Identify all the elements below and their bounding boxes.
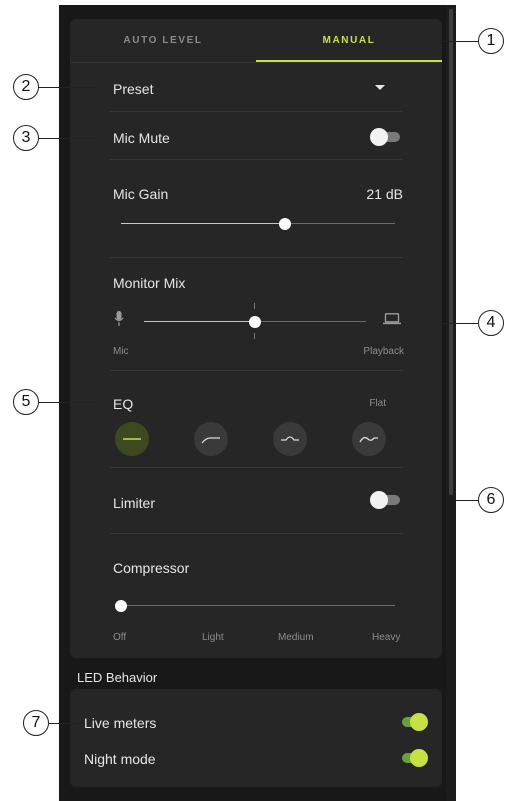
callout-badge: 3: [13, 125, 39, 151]
led-behavior-card: Live meters Night mode: [70, 689, 442, 787]
callout-badge: 2: [13, 74, 39, 100]
active-tab-indicator: [256, 60, 442, 62]
mode-tabs: AUTO LEVEL MANUAL: [70, 19, 442, 63]
compressor-slider[interactable]: [115, 598, 395, 614]
limiter-toggle[interactable]: [370, 491, 402, 509]
divider: [110, 533, 403, 534]
live-meters-toggle[interactable]: [396, 713, 428, 731]
callout-leader: [39, 138, 99, 140]
chevron-down-icon[interactable]: [375, 85, 385, 91]
callout-leader: [39, 402, 99, 404]
callout-badge: 7: [23, 710, 49, 736]
center-tick-top: [254, 303, 255, 309]
eq-flat-button[interactable]: [115, 422, 149, 456]
mic-gain-value: 21 dB: [366, 186, 403, 202]
toggle-knob: [410, 713, 428, 731]
eq-label: EQ: [113, 396, 134, 412]
callout-leader: [39, 87, 99, 89]
scrollbar-thumb[interactable]: [449, 9, 453, 495]
manual-settings-card: AUTO LEVEL MANUAL Preset Mic Mute Mic Ga…: [70, 19, 442, 658]
divider: [110, 257, 403, 258]
mic-gain-slider[interactable]: [121, 216, 395, 232]
compressor-stop-light[interactable]: Light: [202, 632, 224, 643]
mic-mute-toggle[interactable]: [370, 128, 402, 146]
microphone-icon: [114, 311, 124, 326]
divider: [110, 111, 403, 112]
led-behavior-title: LED Behavior: [77, 670, 158, 685]
eq-presence-button[interactable]: [352, 422, 386, 456]
mic-gain-label: Mic Gain: [113, 186, 169, 202]
slider-thumb[interactable]: [115, 600, 127, 612]
tab-auto-level[interactable]: AUTO LEVEL: [70, 19, 256, 63]
eq-mid-bump-icon: [281, 436, 299, 441]
monitor-mix-label: Monitor Mix: [113, 275, 186, 291]
callout-leader: [441, 323, 479, 325]
compressor-stop-heavy[interactable]: Heavy: [372, 632, 400, 643]
eq-flat-icon: [123, 438, 141, 440]
compressor-stop-medium[interactable]: Medium: [278, 632, 314, 643]
callout-badge: 6: [478, 487, 504, 513]
mix-right-label: Playback: [363, 346, 404, 357]
monitor-mix-slider[interactable]: [144, 314, 366, 330]
slider-thumb[interactable]: [279, 218, 292, 230]
limiter-label: Limiter: [113, 495, 156, 511]
compressor-stop-off[interactable]: Off: [113, 632, 126, 643]
mix-left-label: Mic: [113, 346, 129, 357]
slider-thumb[interactable]: [249, 316, 261, 328]
toggle-knob: [370, 128, 388, 146]
divider: [110, 159, 403, 160]
callout-badge: 5: [13, 389, 39, 415]
preset-dropdown-label[interactable]: Preset: [113, 81, 153, 97]
toggle-knob: [370, 491, 388, 509]
eq-low-shelf-button[interactable]: [194, 422, 228, 456]
slider-rail: [121, 605, 395, 606]
night-mode-toggle[interactable]: [396, 749, 428, 767]
callout-badge: 4: [478, 310, 504, 336]
slider-fill: [144, 321, 255, 322]
toggle-knob: [410, 749, 428, 767]
center-tick-bottom: [254, 333, 255, 339]
eq-low-shelf-icon: [201, 437, 220, 444]
laptop-icon: [383, 313, 401, 325]
live-meters-label: Live meters: [84, 715, 157, 731]
mic-mute-label: Mic Mute: [113, 130, 170, 146]
callout-leader: [441, 41, 479, 43]
tab-manual[interactable]: MANUAL: [256, 19, 442, 63]
slider-fill: [121, 223, 286, 224]
divider: [110, 370, 403, 371]
callout-badge: 1: [478, 28, 504, 54]
night-mode-label: Night mode: [84, 751, 156, 767]
eq-presence-icon: [359, 436, 378, 443]
compressor-label: Compressor: [113, 560, 190, 576]
callout-leader: [455, 500, 479, 502]
callout-leader: [49, 723, 84, 725]
divider: [110, 467, 403, 468]
eq-mid-bump-button[interactable]: [273, 422, 307, 456]
eq-selected-text: Flat: [369, 398, 386, 409]
